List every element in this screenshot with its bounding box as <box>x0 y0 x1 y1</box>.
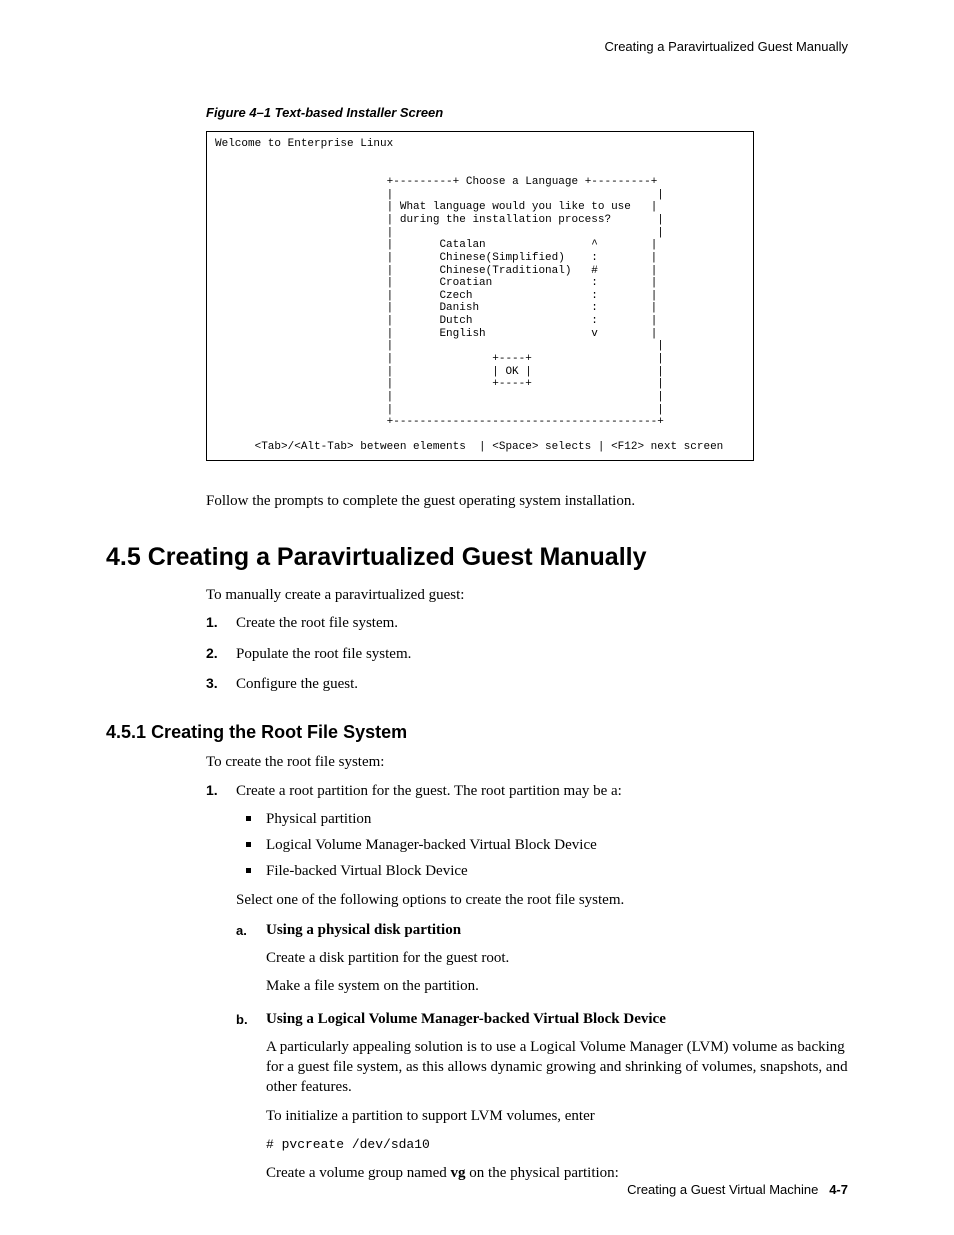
footer-text: Creating a Guest Virtual Machine <box>627 1182 818 1197</box>
running-header: Creating a Paravirtualized Guest Manuall… <box>106 38 848 56</box>
option-a-p2: Make a file system on the partition. <box>266 976 848 996</box>
list-number: 1. <box>206 781 218 800</box>
text: Create a volume group named <box>266 1165 451 1181</box>
subsection-heading: 4.5.1 Creating the Root File System <box>106 720 848 744</box>
lang-option: English <box>439 328 485 340</box>
lettered-options: a. Using a physical disk partition Creat… <box>236 920 848 1184</box>
list-number: 2. <box>206 644 218 663</box>
list-text: File-backed Virtual Block Device <box>266 863 468 879</box>
option-b-p2: To initialize a partition to support LVM… <box>266 1106 848 1126</box>
lang-option: Croatian <box>439 277 492 289</box>
scroll-indicator: : <box>591 252 598 264</box>
scroll-indicator: # <box>591 265 598 277</box>
list-number: 1. <box>206 613 218 632</box>
figure-caption: Figure 4–1 Text-based Installer Screen <box>206 104 848 122</box>
page-number: 4-7 <box>829 1182 848 1197</box>
select-text: Select one of the following options to c… <box>236 890 848 910</box>
installer-prompt: during the installation process? <box>400 214 611 226</box>
section-number: 4.5 <box>106 543 141 571</box>
installer-rule: +---------------------------------------… <box>387 416 664 428</box>
section-intro: To manually create a paravirtualized gue… <box>206 585 848 605</box>
lang-option: Chinese(Traditional) <box>439 265 571 277</box>
option-a-p1: Create a disk partition for the guest ro… <box>266 948 848 968</box>
code-pvcreate: # pvcreate /dev/sda10 <box>266 1136 848 1154</box>
installer-rule: +---------+ <box>585 176 658 188</box>
scroll-indicator: : <box>591 277 598 289</box>
lang-option: Catalan <box>439 239 485 251</box>
section-heading: 4.5 Creating a Paravirtualized Guest Man… <box>106 541 848 575</box>
list-number: 3. <box>206 674 218 693</box>
scroll-indicator: v <box>591 328 598 340</box>
installer-rule: +---------+ <box>387 176 460 188</box>
list-item: 1. Create a root partition for the guest… <box>206 781 848 1184</box>
scroll-indicator: : <box>591 290 598 302</box>
list-item: Physical partition <box>236 809 848 829</box>
option-a-heading: Using a physical disk partition <box>266 920 848 940</box>
ok-button-frame: +----+ <box>492 353 532 365</box>
ok-button-frame: +----+ <box>492 378 532 390</box>
page-footer: Creating a Guest Virtual Machine 4-7 <box>627 1181 848 1199</box>
list-text: Populate the root file system. <box>236 646 411 662</box>
option-b-heading: Using a Logical Volume Manager-backed Vi… <box>266 1009 848 1029</box>
partition-options: Physical partition Logical Volume Manage… <box>236 809 848 882</box>
list-letter: b. <box>236 1011 248 1029</box>
installer-screenshot: Welcome to Enterprise Linux +---------+ … <box>206 131 754 461</box>
text: on the physical partition: <box>466 1165 619 1181</box>
subsection-steps: 1. Create a root partition for the guest… <box>206 781 848 1184</box>
lang-option: Czech <box>439 290 472 302</box>
scroll-indicator: : <box>591 302 598 314</box>
lang-option: Chinese(Simplified) <box>439 252 564 264</box>
installer-help: <Tab>/<Alt-Tab> between elements | <Spac… <box>255 441 724 453</box>
installer-prompt: What language would you like to use <box>400 201 631 213</box>
list-item: 2. Populate the root file system. <box>206 644 848 664</box>
subsection-intro: To create the root file system: <box>206 752 848 772</box>
list-letter: a. <box>236 922 247 940</box>
lang-option: Dutch <box>439 315 472 327</box>
scroll-indicator: : <box>591 315 598 327</box>
list-item: Logical Volume Manager-backed Virtual Bl… <box>236 835 848 855</box>
installer-title: Choose a Language <box>466 176 578 188</box>
installer-welcome: Welcome to Enterprise Linux <box>215 138 393 150</box>
bold-text: vg <box>451 1165 466 1181</box>
scroll-indicator: ^ <box>591 239 598 251</box>
list-text: Physical partition <box>266 811 371 827</box>
list-item: 3. Configure the guest. <box>206 674 848 694</box>
subsection-number: 4.5.1 <box>106 722 146 742</box>
list-item: File-backed Virtual Block Device <box>236 861 848 881</box>
list-item: b. Using a Logical Volume Manager-backed… <box>236 1009 848 1184</box>
ok-button: | OK | <box>492 366 532 378</box>
option-b-p1: A particularly appealing solution is to … <box>266 1037 848 1098</box>
list-text: Configure the guest. <box>236 676 358 692</box>
section-title: Creating a Paravirtualized Guest Manuall… <box>148 543 647 571</box>
section-steps: 1. Create the root file system. 2. Populat… <box>206 613 848 694</box>
lang-option: Danish <box>439 302 479 314</box>
list-item: a. Using a physical disk partition Creat… <box>236 920 848 997</box>
list-text: Create the root file system. <box>236 615 398 631</box>
subsection-title: Creating the Root File System <box>151 722 407 742</box>
after-figure-text: Follow the prompts to complete the guest… <box>206 491 848 511</box>
list-text: Logical Volume Manager-backed Virtual Bl… <box>266 837 597 853</box>
step1-intro: Create a root partition for the guest. T… <box>236 781 848 801</box>
list-item: 1. Create the root file system. <box>206 613 848 633</box>
